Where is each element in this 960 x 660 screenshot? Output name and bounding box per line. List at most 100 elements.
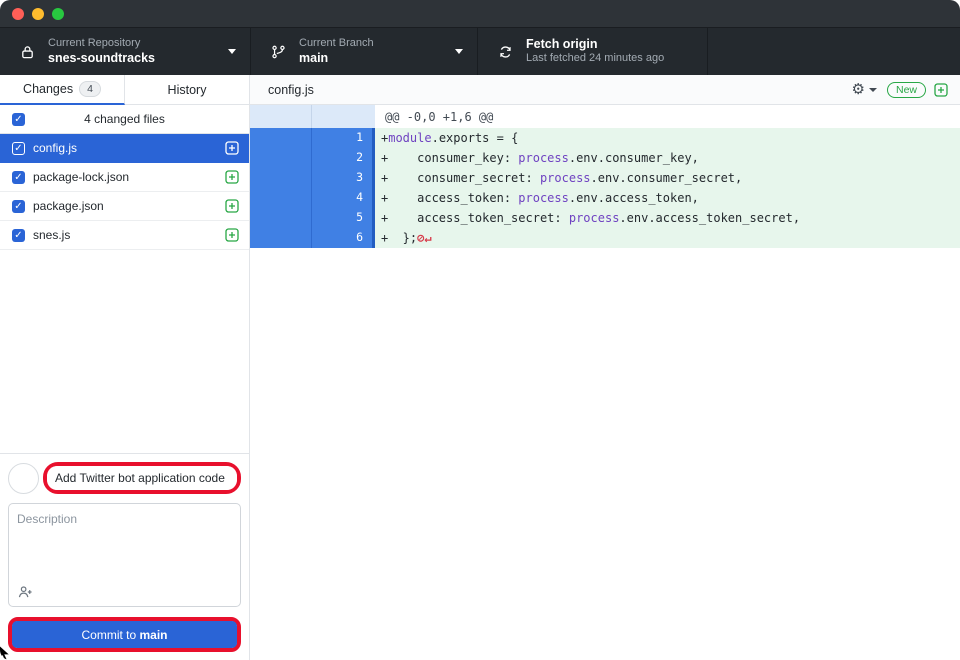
diff-line-code: + access_token_secret: process.env.acces… <box>375 208 960 228</box>
check-icon: ✓ <box>14 114 22 125</box>
commit-area: Description Commit to main <box>0 453 249 660</box>
add-coauthor-button[interactable] <box>18 585 33 599</box>
sidebar-tabbar: Changes 4 History <box>0 75 249 105</box>
file-plus-button[interactable] <box>225 199 239 213</box>
no-newline-icon: ⊘↵ <box>417 231 431 245</box>
file-plus-button[interactable] <box>225 170 239 184</box>
diff-line-row: 2 + consumer_key: process.env.consumer_k… <box>250 148 960 168</box>
diff-line-code: + };⊘↵ <box>375 228 960 248</box>
toolbar: Current Repository snes-soundtracks Curr… <box>0 28 960 75</box>
check-icon: ✓ <box>14 201 22 212</box>
repository-label: Current Repository <box>48 37 155 51</box>
file-row[interactable]: ✓ package-lock.json <box>0 163 249 192</box>
repository-name: snes-soundtracks <box>48 51 155 67</box>
diff-line-code: + consumer_key: process.env.consumer_key… <box>375 148 960 168</box>
file-plus-button[interactable] <box>225 141 239 155</box>
file-name: config.js <box>33 141 225 155</box>
diff-line-gutter[interactable]: 1 <box>250 128 375 148</box>
tab-history[interactable]: History <box>125 75 249 105</box>
file-checkbox[interactable]: ✓ <box>12 142 25 155</box>
hunk-gutter <box>250 105 375 128</box>
commit-button[interactable]: Commit to main <box>12 621 237 648</box>
sidebar-spacer <box>0 250 249 453</box>
hunk-header-text: @@ -0,0 +1,6 @@ <box>375 105 960 128</box>
current-branch-button[interactable]: Current Branch main <box>251 28 478 75</box>
current-repository-button[interactable]: Current Repository snes-soundtracks <box>0 28 251 75</box>
chevron-down-icon <box>869 88 877 92</box>
diff-header: config.js ⚙ New <box>250 75 960 105</box>
commit-button-label: Commit to <box>81 628 139 642</box>
file-name: package.json <box>33 199 225 213</box>
line-number[interactable]: 5 <box>311 208 372 228</box>
line-number[interactable]: 4 <box>311 188 372 208</box>
commit-button-branch: main <box>140 628 168 642</box>
file-status-badge: New <box>887 82 926 98</box>
file-plus-button[interactable] <box>225 228 239 242</box>
chevron-down-icon <box>228 49 236 54</box>
file-row[interactable]: ✓ config.js <box>0 134 249 163</box>
branch-name: main <box>299 51 374 67</box>
commit-summary-input[interactable] <box>47 466 237 490</box>
avatar <box>8 463 39 494</box>
diff-line-code: + consumer_secret: process.env.consumer_… <box>375 168 960 188</box>
chevron-down-icon <box>455 49 463 54</box>
line-number[interactable]: 3 <box>311 168 372 188</box>
expand-diff-button[interactable] <box>934 83 948 97</box>
diff-line-row: 4 + access_token: process.env.access_tok… <box>250 188 960 208</box>
diff-line-gutter[interactable]: 2 <box>250 148 375 168</box>
git-branch-icon <box>269 44 287 60</box>
commit-description-textarea[interactable]: Description <box>8 503 241 607</box>
commit-summary-row <box>8 462 241 494</box>
file-list: ✓ config.js ✓ package-lock.json ✓ packag… <box>0 134 249 250</box>
tab-changes-label: Changes <box>23 82 73 96</box>
plus-square-icon <box>225 228 239 242</box>
line-number[interactable]: 6 <box>311 228 372 248</box>
close-button[interactable] <box>12 8 24 20</box>
branch-label: Current Branch <box>299 37 374 51</box>
line-number[interactable]: 2 <box>311 148 372 168</box>
diff-lines: 1 +module.exports = { 2 + consumer_key: … <box>250 128 960 248</box>
gear-icon: ⚙ <box>852 82 865 97</box>
file-checkbox[interactable]: ✓ <box>12 171 25 184</box>
fetch-origin-button[interactable]: Fetch origin Last fetched 24 minutes ago <box>478 28 708 75</box>
file-row[interactable]: ✓ package.json <box>0 192 249 221</box>
diff-line-gutter[interactable]: 4 <box>250 188 375 208</box>
plus-square-icon <box>934 83 948 97</box>
minimize-button[interactable] <box>32 8 44 20</box>
tab-history-label: History <box>168 83 207 97</box>
file-name: snes.js <box>33 228 225 242</box>
fetch-sublabel: Last fetched 24 minutes ago <box>526 52 664 66</box>
check-icon: ✓ <box>14 230 22 241</box>
check-icon: ✓ <box>14 143 22 154</box>
file-row[interactable]: ✓ snes.js <box>0 221 249 250</box>
changed-files-count: 4 changed files <box>25 112 224 126</box>
diff-line-row: 3 + consumer_secret: process.env.consume… <box>250 168 960 188</box>
app-window: Current Repository snes-soundtracks Curr… <box>0 0 960 660</box>
file-checkbox[interactable]: ✓ <box>12 200 25 213</box>
diff-line-row: 6 + };⊘↵ <box>250 228 960 248</box>
diff-line-code: + access_token: process.env.access_token… <box>375 188 960 208</box>
sync-icon <box>496 44 514 60</box>
plus-square-icon <box>225 170 239 184</box>
select-all-row: ✓ 4 changed files <box>0 105 249 134</box>
diff-options-button[interactable]: ⚙ <box>852 82 877 97</box>
zoom-button[interactable] <box>52 8 64 20</box>
diff-line-gutter[interactable]: 6 <box>250 228 375 248</box>
check-icon: ✓ <box>14 172 22 183</box>
toolbar-empty-space <box>708 28 960 75</box>
select-all-checkbox[interactable]: ✓ <box>12 113 25 126</box>
file-checkbox[interactable]: ✓ <box>12 229 25 242</box>
plus-square-icon <box>225 199 239 213</box>
tab-changes[interactable]: Changes 4 <box>0 75 125 105</box>
titlebar <box>0 0 960 28</box>
lock-icon <box>18 44 36 60</box>
diff-line-gutter[interactable]: 5 <box>250 208 375 228</box>
diff-pane: config.js ⚙ New @@ -0,0 +1,6 @@ <box>250 75 960 660</box>
description-placeholder: Description <box>17 512 232 526</box>
fetch-label: Fetch origin <box>526 37 664 53</box>
line-number[interactable]: 1 <box>311 128 372 148</box>
file-name: package-lock.json <box>33 170 225 184</box>
sidebar: Changes 4 History ✓ 4 changed files ✓ co… <box>0 75 250 660</box>
diff-line-code: +module.exports = { <box>375 128 960 148</box>
diff-line-gutter[interactable]: 3 <box>250 168 375 188</box>
